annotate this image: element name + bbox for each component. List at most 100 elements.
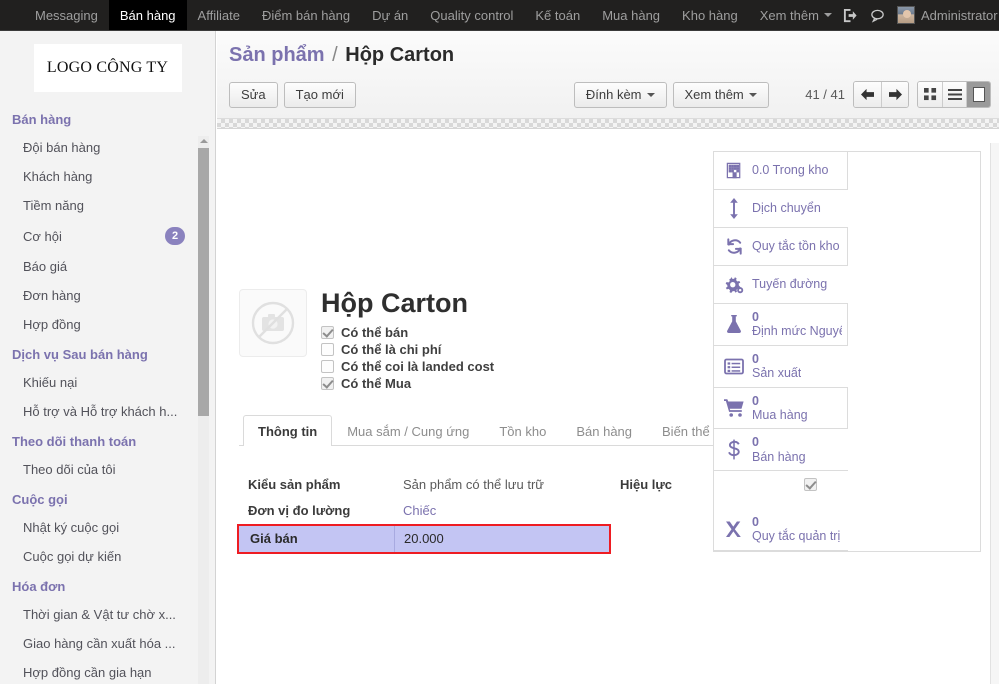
tab-item[interactable]: Mua sắm / Cung ứng <box>332 415 484 446</box>
create-button[interactable]: Tạo mới <box>283 81 356 108</box>
stat-button[interactable]: 0 Sản xuất <box>714 346 848 388</box>
sidebar-item[interactable]: Theo dõi của tôi <box>0 455 215 484</box>
top-nav-item-7[interactable]: Kế toán <box>524 0 591 30</box>
stat-buttons-panel: 0.0 Trong kho Dịch chuyển Quy tắc tồn kho T… <box>713 151 981 552</box>
more-label: Xem thêm <box>684 86 744 102</box>
sign-out-icon[interactable] <box>843 8 858 23</box>
tab-item[interactable]: Tồn kho <box>484 415 561 446</box>
sidebar-menu: Bán hàng Đội bán hàng Khách hàng Tiềm năng C… <box>0 104 215 684</box>
sidebar-item[interactable]: Báo giá <box>0 252 215 281</box>
top-nav-item-1[interactable]: Messaging <box>24 0 109 30</box>
stat-button-value: 0 <box>752 310 759 324</box>
field-unit-of-measure: Đơn vị đo lường Chiếc <box>239 498 611 524</box>
gears-icon <box>722 275 746 294</box>
chat-bubble-icon[interactable] <box>870 8 885 23</box>
next-record-button[interactable] <box>881 82 908 107</box>
sidebar-item[interactable]: Hợp đồng <box>0 310 215 339</box>
stat-button[interactable]: 0Định mức Nguyên <box>714 304 848 346</box>
content-area: Sản phẩm / Hộp Carton Sửa Tạo mới Đính k… <box>217 31 999 684</box>
sidebar-scrollbar-thumb[interactable] <box>198 148 209 416</box>
sidebar-item[interactable]: Khiếu nại <box>0 368 215 397</box>
stat-button[interactable]: Quy tắc tồn kho <box>714 228 848 266</box>
sidebar-item-label: Theo dõi của tôi <box>23 462 116 477</box>
kanban-view-icon[interactable] <box>918 82 942 107</box>
sidebar-item-label: Đội bán hàng <box>23 140 101 155</box>
stat-button[interactable]: 0 Mua hàng <box>714 387 848 430</box>
sidebar-item[interactable]: Nhật ký cuộc gọi <box>0 513 215 542</box>
attachment-dropdown-button[interactable]: Đính kèm <box>573 81 667 108</box>
stat-button[interactable]: Dịch chuyển <box>714 190 848 228</box>
view-switcher <box>917 81 991 108</box>
form-view-icon[interactable] <box>966 82 990 107</box>
sidebar-item[interactable]: Khách hàng <box>0 162 215 191</box>
top-nav-item-5[interactable]: Dự án <box>361 0 419 30</box>
active-checkbox[interactable] <box>804 478 817 492</box>
stat-button-value: 0 <box>752 435 759 450</box>
stat-button-value: 0 <box>752 393 759 408</box>
no-camera-icon[interactable] <box>239 289 307 357</box>
user-menu[interactable]: Administrator <box>896 6 999 24</box>
refresh-icon <box>722 237 746 256</box>
sidebar-item-label: Hợp đồng <box>23 317 81 332</box>
product-flag-checkbox[interactable] <box>321 376 334 390</box>
field-value[interactable]: Sản phẩm có thể lưu trữ <box>394 477 544 492</box>
product-title-block: Hộp Carton Có thể bán Có thể là chi phí Có… <box>321 288 494 393</box>
top-nav-item-label: Mua hàng <box>602 7 661 23</box>
product-flag-checkbox[interactable] <box>321 325 334 339</box>
sidebar-item[interactable]: Cơ hội 2 <box>0 220 215 252</box>
chevron-down-icon <box>823 13 832 17</box>
product-flag-label: Có thể coi là landed cost <box>341 358 495 374</box>
stat-button[interactable]: Tuyến đường <box>714 266 848 304</box>
product-flags: Có thể bán Có thể là chi phí Có thể coi là… <box>321 325 494 391</box>
logo-container: LOGO CÔNG TY <box>0 31 215 104</box>
control-panel: Sản phẩm / Hộp Carton Sửa Tạo mới Đính k… <box>217 31 999 119</box>
edit-button[interactable]: Sửa <box>229 81 278 108</box>
breadcrumb-parent[interactable]: Sản phẩm <box>229 44 325 66</box>
scroll-up-arrow-icon[interactable] <box>199 136 208 145</box>
field-value[interactable]: 20.000 <box>394 525 444 552</box>
sidebar-item[interactable]: Cuộc gọi dự kiến <box>0 542 215 571</box>
breadcrumb-separator: / <box>332 44 338 66</box>
product-flag-checkbox[interactable] <box>321 359 334 373</box>
product-flag-checkbox[interactable] <box>321 342 334 356</box>
product-flag-label: Có thể là chi phí <box>341 341 442 357</box>
sidebar-item-label: Khách hàng <box>23 169 93 184</box>
product-flag-label: Có thể bán <box>341 324 409 340</box>
top-nav-item-4[interactable]: Điểm bán hàng <box>251 0 361 30</box>
top-nav-item-10[interactable]: Xem thêm <box>749 0 843 30</box>
sidebar-scrollbar[interactable] <box>198 136 209 684</box>
sidebar-item[interactable]: Đội bán hàng <box>0 133 215 162</box>
tab-item[interactable]: Bán hàng <box>561 415 647 446</box>
stat-button-label: Dịch chuyển <box>752 201 821 216</box>
content-scrollbar[interactable] <box>990 143 999 684</box>
chevron-down-icon <box>748 93 757 98</box>
avatar <box>896 6 915 24</box>
sidebar-item[interactable]: Hợp đồng cần gia hạn <box>0 658 215 684</box>
product-flag-label: Có thể Mua <box>341 375 412 391</box>
previous-record-button[interactable] <box>854 82 881 107</box>
sidebar-item[interactable]: Đơn hàng <box>0 281 215 310</box>
top-nav-item-9[interactable]: Kho hàng <box>671 0 749 30</box>
top-nav-item-6[interactable]: Quality control <box>419 0 524 30</box>
updown-arrow-icon <box>722 198 746 219</box>
stat-button[interactable]: 0 Quy tắc quản trị <box>714 509 848 551</box>
sidebar-item[interactable]: Hỗ trợ và Hỗ trợ khách h... <box>0 397 215 426</box>
list-view-icon[interactable] <box>942 82 966 107</box>
top-nav-item-8[interactable]: Mua hàng <box>591 0 671 30</box>
sidebar-item[interactable]: Tiềm năng <box>0 191 215 220</box>
stat-button-label: 0.0 Trong kho <box>752 163 829 178</box>
sidebar-section-title: Theo dõi thanh toán <box>12 434 137 449</box>
tab-label: Bán hàng <box>576 423 633 439</box>
stat-button[interactable]: 0 Bán hàng <box>714 429 848 471</box>
field-value[interactable]: Chiếc <box>394 503 436 518</box>
top-nav-item-2[interactable]: Bán hàng <box>108 0 187 30</box>
sidebar-item[interactable]: Giao hàng cần xuất hóa ... <box>0 629 215 658</box>
sidebar-item[interactable]: Thời gian & Vật tư chờ x... <box>0 600 215 629</box>
top-nav-item-3[interactable]: Affiliate <box>187 0 251 30</box>
tab-item[interactable]: Thông tin <box>243 414 333 446</box>
stat-button[interactable]: 0.0 Trong kho <box>714 152 848 190</box>
stat-button-label: Sản xuất <box>752 366 802 381</box>
top-nav-item-label: Kho hàng <box>682 7 738 23</box>
sidebar-section-title: Cuộc gọi <box>12 492 68 507</box>
more-dropdown-button[interactable]: Xem thêm <box>672 81 769 108</box>
